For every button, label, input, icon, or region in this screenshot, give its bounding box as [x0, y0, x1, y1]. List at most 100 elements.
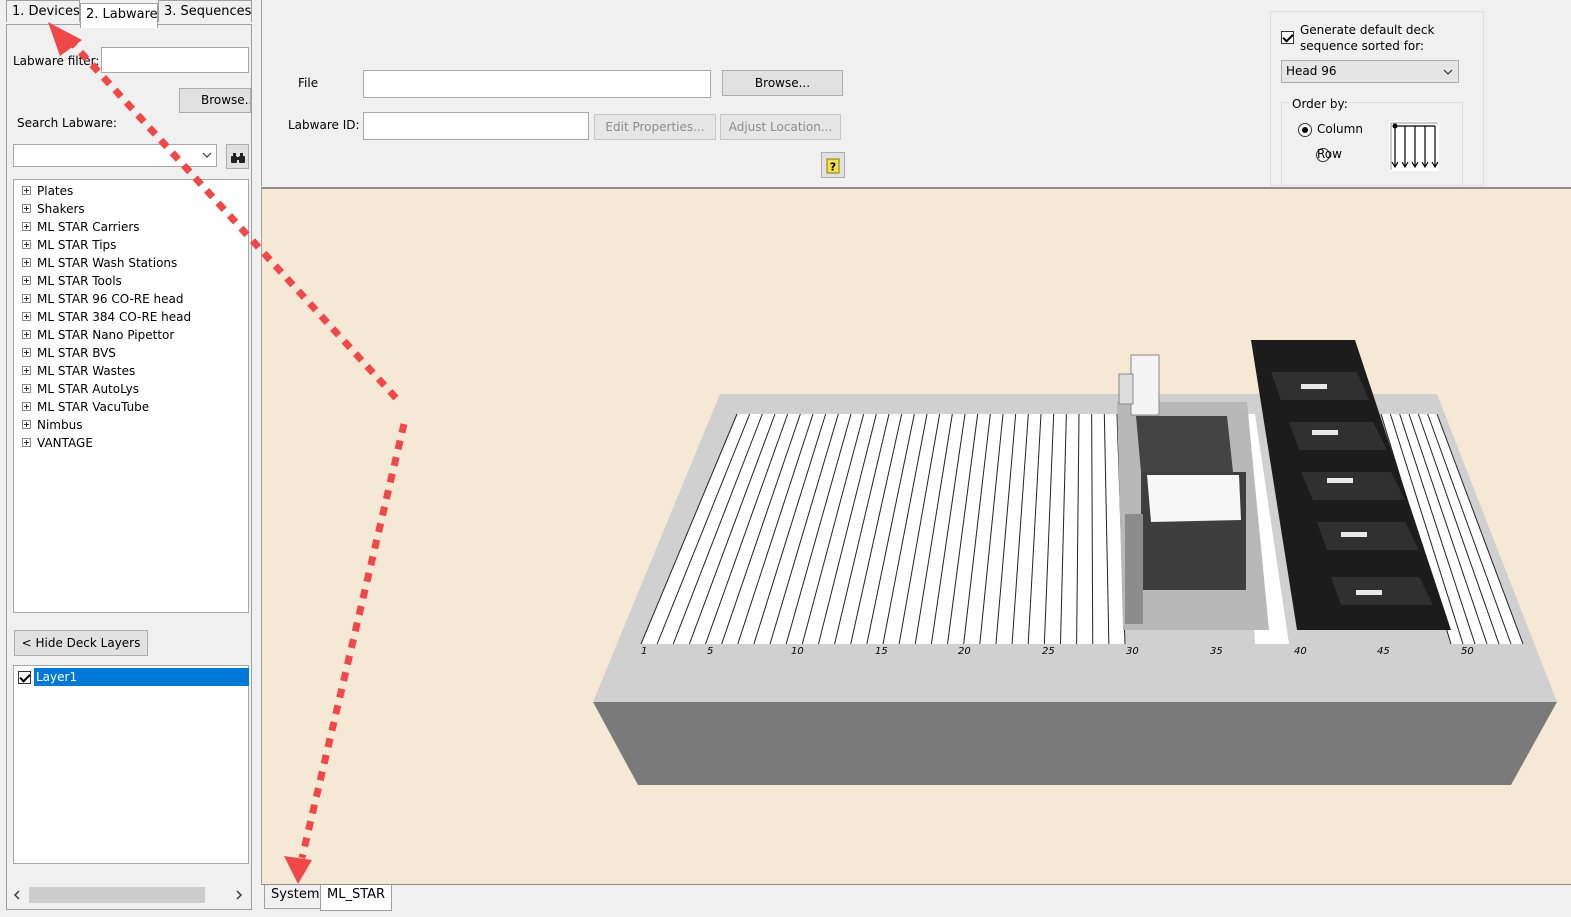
- module-tower: [1130, 354, 1160, 416]
- tree-item-label: ML STAR Tips: [37, 238, 117, 252]
- module-rail: [1125, 514, 1143, 624]
- drawer-label-3: [1327, 478, 1353, 483]
- order-by-group: Order by: Column Row: [1281, 97, 1463, 186]
- tree-item-label: Plates: [37, 184, 74, 198]
- expand-icon[interactable]: [22, 402, 31, 411]
- properties-panel: File Browse... Labware ID: Edit Properti…: [261, 0, 1571, 186]
- tab-devices-label: 1. Devices: [12, 4, 80, 19]
- tree-item-nimbus[interactable]: Nimbus: [22, 416, 82, 434]
- expand-icon[interactable]: [22, 330, 31, 339]
- adjust-location-button[interactable]: Adjust Location...: [720, 114, 841, 140]
- generate-sequence-checkbox[interactable]: [1281, 31, 1294, 44]
- tree-item-label: Nimbus: [37, 418, 83, 432]
- tree-item-carriers[interactable]: ML STAR Carriers: [22, 218, 140, 236]
- tree-item-wash-stations[interactable]: ML STAR Wash Stations: [22, 254, 177, 272]
- expand-icon[interactable]: [22, 438, 31, 447]
- tree-item-shakers[interactable]: Shakers: [22, 200, 85, 218]
- file-input[interactable]: [363, 70, 711, 98]
- tree-item-label: VANTAGE: [37, 436, 93, 450]
- labware-id-label: Labware ID:: [288, 118, 360, 132]
- expand-icon[interactable]: [22, 384, 31, 393]
- search-labware-label: Search Labware:: [17, 116, 117, 130]
- track-label: 15: [875, 646, 888, 657]
- module-tower-side: [1118, 373, 1134, 405]
- labware-filter-input[interactable]: [101, 47, 249, 73]
- expand-icon[interactable]: [22, 258, 31, 267]
- file-browse-button[interactable]: Browse...: [722, 70, 843, 96]
- labware-id-input[interactable]: [363, 112, 589, 140]
- tree-item-autolys[interactable]: ML STAR AutoLys: [22, 380, 139, 398]
- order-column-radio[interactable]: [1298, 122, 1312, 137]
- tab-system-label: System: [271, 887, 320, 902]
- tree-item-label: ML STAR AutoLys: [37, 382, 140, 396]
- search-labware-combobox[interactable]: [13, 144, 217, 167]
- tab-ml-star[interactable]: ML_STAR: [320, 885, 393, 911]
- tab-sequences-label: 3. Sequences: [164, 4, 252, 19]
- hide-deck-layers-button[interactable]: < Hide Deck Layers: [14, 630, 148, 656]
- scrollbar-thumb[interactable]: [29, 887, 205, 903]
- layer-row[interactable]: Layer1: [15, 668, 249, 686]
- scroll-left-icon[interactable]: [13, 890, 21, 900]
- track-label: 45: [1377, 646, 1390, 657]
- binoculars-search-button[interactable]: [226, 144, 249, 169]
- left-panel: 1. Devices 2. Labware 3. Sequences Labwa…: [0, 0, 256, 917]
- tree-item-96-head[interactable]: ML STAR 96 CO-RE head: [22, 290, 184, 308]
- tree-item-tips[interactable]: ML STAR Tips: [22, 236, 116, 254]
- layer-visible-checkbox[interactable]: [18, 671, 31, 684]
- carrier-drawer-4: [1317, 522, 1419, 550]
- tree-item-384-head[interactable]: ML STAR 384 CO-RE head: [22, 308, 191, 326]
- tree-item-label: Shakers: [37, 202, 85, 216]
- tab-devices[interactable]: 1. Devices: [6, 0, 80, 22]
- track-label: 20: [958, 646, 971, 657]
- deck-3d-view[interactable]: 1 5 10 15 20 25 30 35 40 45 50: [261, 187, 1571, 885]
- tree-item-wastes[interactable]: ML STAR Wastes: [22, 362, 135, 380]
- expand-icon[interactable]: [22, 222, 31, 231]
- chevron-down-icon: [1443, 69, 1453, 75]
- tab-labware[interactable]: 2. Labware: [80, 3, 158, 28]
- tree-item-bvs[interactable]: ML STAR BVS: [22, 344, 116, 362]
- view-tab-bar: System ML_STAR: [261, 884, 1571, 917]
- expand-icon[interactable]: [22, 366, 31, 375]
- tab-sequences[interactable]: 3. Sequences: [158, 0, 252, 22]
- tree-item-label: ML STAR BVS: [37, 346, 116, 360]
- order-by-label: Order by:: [1290, 97, 1350, 111]
- deck-rendering[interactable]: 1 5 10 15 20 25 30 35 40 45 50: [262, 189, 1571, 887]
- expand-icon[interactable]: [22, 240, 31, 249]
- tree-item-label: ML STAR Tools: [37, 274, 122, 288]
- carrier-drawer-3: [1301, 472, 1405, 500]
- expand-icon[interactable]: [22, 348, 31, 357]
- tree-item-vantage[interactable]: VANTAGE: [22, 434, 93, 452]
- expand-icon[interactable]: [22, 312, 31, 321]
- help-button[interactable]: ?: [821, 152, 845, 178]
- edit-properties-button[interactable]: Edit Properties...: [594, 114, 716, 140]
- track-label: 25: [1042, 646, 1055, 657]
- drawer-label-2: [1312, 430, 1338, 435]
- tree-item-plates[interactable]: Plates: [22, 182, 73, 200]
- tree-item-label: ML STAR 96 CO-RE head: [37, 292, 184, 306]
- tab-system[interactable]: System: [264, 885, 327, 909]
- layer-label[interactable]: Layer1: [34, 668, 249, 686]
- scroll-right-icon[interactable]: [235, 890, 243, 900]
- track-label: 1: [641, 646, 647, 657]
- tree-item-label: ML STAR Wastes: [37, 364, 136, 378]
- browse-labware-button[interactable]: Browse...: [179, 88, 251, 113]
- expand-icon[interactable]: [22, 276, 31, 285]
- expand-icon[interactable]: [22, 186, 31, 195]
- labware-filter-label: Labware filter:: [13, 54, 100, 68]
- drawer-label-5: [1356, 590, 1382, 595]
- head-select[interactable]: Head 96: [1281, 60, 1459, 83]
- drawer-label-1: [1301, 384, 1327, 389]
- tree-item-nano-pipettor[interactable]: ML STAR Nano Pipettor: [22, 326, 174, 344]
- chevron-down-icon: [202, 152, 212, 158]
- expand-icon[interactable]: [22, 204, 31, 213]
- deck-front-face: [593, 702, 1557, 785]
- tree-item-tools[interactable]: ML STAR Tools: [22, 272, 122, 290]
- question-icon: ?: [826, 158, 840, 173]
- horizontal-scrollbar[interactable]: [7, 884, 251, 906]
- track-label: 50: [1461, 646, 1474, 657]
- track-label: 5: [707, 646, 713, 657]
- expand-icon[interactable]: [22, 420, 31, 429]
- expand-icon[interactable]: [22, 294, 31, 303]
- layer-list: Layer1: [13, 665, 249, 864]
- tree-item-vacutube[interactable]: ML STAR VacuTube: [22, 398, 149, 416]
